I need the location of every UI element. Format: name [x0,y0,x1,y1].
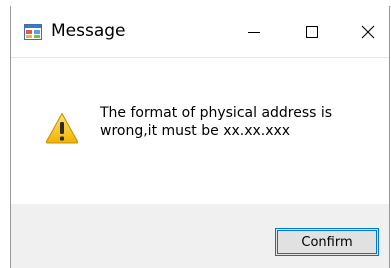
window-title: Message [51,21,126,41]
background-left-edge [0,0,10,268]
button-footer: Confirm [11,204,389,268]
message-text: The format of physical address is wrong,… [100,105,333,139]
confirm-button[interactable]: Confirm [275,228,379,256]
minimize-icon [248,32,260,33]
message-dialog: Message The format of physical address i… [10,6,390,268]
screen: Message The format of physical address i… [0,0,391,268]
warning-icon [45,112,79,144]
title-bar[interactable]: Message [11,6,389,58]
close-icon [361,25,375,39]
minimize-button[interactable] [231,6,277,58]
close-button[interactable] [345,6,391,58]
maximize-button[interactable] [289,6,335,58]
maximize-icon [306,26,318,38]
message-area: The format of physical address is wrong,… [11,58,389,204]
app-window-icon [24,24,42,40]
